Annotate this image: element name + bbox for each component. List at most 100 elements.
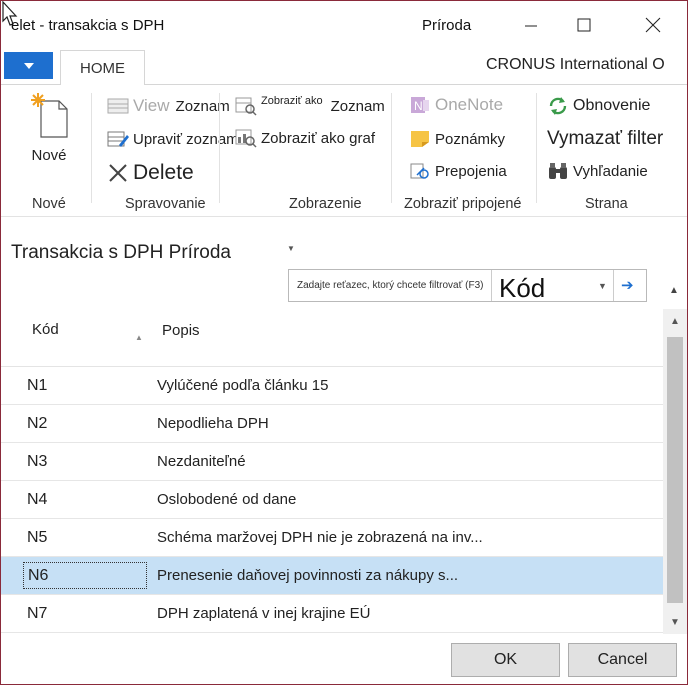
refresh-button[interactable]: Obnovenie <box>547 96 650 116</box>
title-bar[interactable]: elet - transakcia s DPH Príroda <box>1 1 687 47</box>
filter-field-selector[interactable]: Kód <box>499 273 545 304</box>
svg-text:N: N <box>414 99 423 113</box>
view-list-button[interactable]: View Zoznam <box>107 96 230 116</box>
cell-description: Vylúčené podľa článku 15 <box>157 377 329 394</box>
onenote-icon: N <box>409 95 431 115</box>
column-header-description[interactable]: Popis <box>162 322 200 339</box>
table-row[interactable]: N3 Nezdaniteľné <box>1 443 663 481</box>
table-row[interactable]: N7 DPH zaplatená v inej krajine EÚ <box>1 595 663 633</box>
link-icon <box>409 161 431 181</box>
ok-button[interactable]: OK <box>451 643 560 677</box>
cell-code: N5 <box>27 528 48 546</box>
edit-list-icon <box>107 129 129 149</box>
cell-code: N1 <box>27 376 48 394</box>
view-label: View <box>133 96 170 115</box>
page-title: Transakcia s DPH Príroda <box>11 242 231 263</box>
grid-header: Kód ▲ Popis <box>1 307 663 367</box>
show-as-list-button[interactable]: Zobraziť ako Zoznam <box>235 95 385 116</box>
sort-ascending-icon: ▲ <box>135 333 143 342</box>
delete-button[interactable]: Delete <box>107 161 194 185</box>
cell-description: Prenesenie daňovej povinnosti za nákupy … <box>157 567 459 584</box>
notes-label: Poznámky <box>435 130 506 148</box>
ribbon-divider <box>391 93 392 203</box>
group-label-new: Nové <box>32 196 66 212</box>
minimize-button[interactable] <box>511 9 551 41</box>
onenote-button[interactable]: N OneNote <box>409 95 503 115</box>
clear-filter-button[interactable]: Vymazať filter <box>547 128 663 150</box>
new-document-icon <box>31 93 68 138</box>
show-as-list-suffix: Zoznam <box>330 97 385 115</box>
vertical-scrollbar[interactable]: ▲ ▼ <box>663 309 687 634</box>
table-row[interactable]: N2 Nepodlieha DPH <box>1 405 663 443</box>
links-button[interactable]: Prepojenia <box>409 161 507 181</box>
filter-box: Zadajte reťazec, ktorý chcete filtrovať … <box>288 269 647 304</box>
links-label: Prepojenia <box>435 162 507 180</box>
window-company: Príroda <box>422 17 472 34</box>
caret-down-icon[interactable]: ▼ <box>287 244 295 253</box>
sticky-note-icon <box>409 129 431 149</box>
column-header-code[interactable]: Kód <box>32 321 59 338</box>
ribbon: Nové Nové View Zoznam Upraviť zoznam Del… <box>1 85 687 217</box>
cell-description: Nepodlieha DPH <box>157 415 269 432</box>
view-list-icon <box>107 96 129 116</box>
scroll-up-arrow-icon[interactable]: ▲ <box>663 309 687 333</box>
arrow-right-icon[interactable]: ➔ <box>621 276 634 294</box>
filter-divider <box>491 270 492 301</box>
maximize-button[interactable] <box>564 9 604 41</box>
refresh-icon <box>547 96 569 116</box>
table-row[interactable]: N4 Oslobodené od dane <box>1 481 663 519</box>
cell-code: N3 <box>27 452 48 470</box>
refresh-label: Obnovenie <box>573 97 651 114</box>
cell-description: DPH zaplatená v inej krajine EÚ <box>157 605 371 622</box>
tab-home[interactable]: HOME <box>60 50 145 86</box>
edit-list-label: Upraviť zoznam <box>133 130 239 148</box>
table-row-selected[interactable]: N6 Prenesenie daňovej povinnosti za náku… <box>1 557 663 595</box>
minimize-icon <box>525 25 537 27</box>
cell-description: Nezdaniteľné <box>157 453 246 470</box>
group-label-show-attached: Zobraziť pripojené <box>404 196 522 212</box>
find-label: Vyhľadanie <box>573 162 648 180</box>
ribbon-tab-bar: HOME CRONUS International O <box>1 47 687 86</box>
table-row[interactable]: N5 Schéma maržovej DPH nie je zobrazená … <box>1 519 663 557</box>
new-button[interactable]: Nové <box>23 91 75 164</box>
ribbon-divider <box>219 93 220 203</box>
scroll-up-arrow-icon[interactable]: ▲ <box>669 285 679 296</box>
filter-divider <box>613 270 614 301</box>
cancel-button[interactable]: Cancel <box>568 643 677 677</box>
window-title: elet - transakcia s DPH <box>11 17 165 34</box>
close-icon <box>645 17 661 33</box>
cell-code: N2 <box>27 414 48 432</box>
cell-description: Schéma maržovej DPH nie je zobrazená na … <box>157 529 483 546</box>
delete-x-icon <box>107 163 129 183</box>
ribbon-divider <box>536 93 537 203</box>
show-as-chart-label: Zobraziť ako graf <box>261 129 376 147</box>
cell-description: Oslobodené od dane <box>157 491 297 508</box>
clear-filter-label: Vymazať filter <box>547 128 664 149</box>
chevron-down-icon[interactable]: ▼ <box>598 281 607 291</box>
maximize-icon <box>577 18 591 32</box>
application-menu-button[interactable] <box>4 52 53 79</box>
group-label-page: Strana <box>585 196 628 212</box>
cell-code: N7 <box>27 604 48 622</box>
close-button[interactable] <box>633 9 673 41</box>
show-as-list-prefix: Zobraziť ako <box>261 95 323 107</box>
company-name: CRONUS International O <box>486 56 665 73</box>
table-row[interactable]: N1 Vylúčené podľa článku 15 <box>1 367 663 405</box>
filter-input[interactable]: Zadajte reťazec, ktorý chcete filtrovať … <box>297 280 483 291</box>
dialog-window: elet - transakcia s DPH Príroda HOME CRO… <box>0 0 688 685</box>
new-button-label: Nové <box>31 147 67 164</box>
scrollbar-thumb[interactable] <box>667 337 683 603</box>
binoculars-icon <box>547 161 569 181</box>
chevron-down-icon <box>23 62 34 69</box>
group-label-view: Zobrazenie <box>289 196 362 212</box>
show-as-chart-icon <box>235 128 257 148</box>
show-as-chart-button[interactable]: Zobraziť ako graf <box>235 128 375 148</box>
view-list-suffix: Zoznam <box>175 97 230 115</box>
show-as-list-icon <box>235 96 257 116</box>
notes-button[interactable]: Poznámky <box>409 129 505 149</box>
cell-code: N4 <box>27 490 48 508</box>
find-button[interactable]: Vyhľadanie <box>547 161 648 181</box>
delete-label: Delete <box>133 161 194 184</box>
scroll-down-arrow-icon[interactable]: ▼ <box>663 610 687 634</box>
onenote-label: OneNote <box>435 95 504 114</box>
